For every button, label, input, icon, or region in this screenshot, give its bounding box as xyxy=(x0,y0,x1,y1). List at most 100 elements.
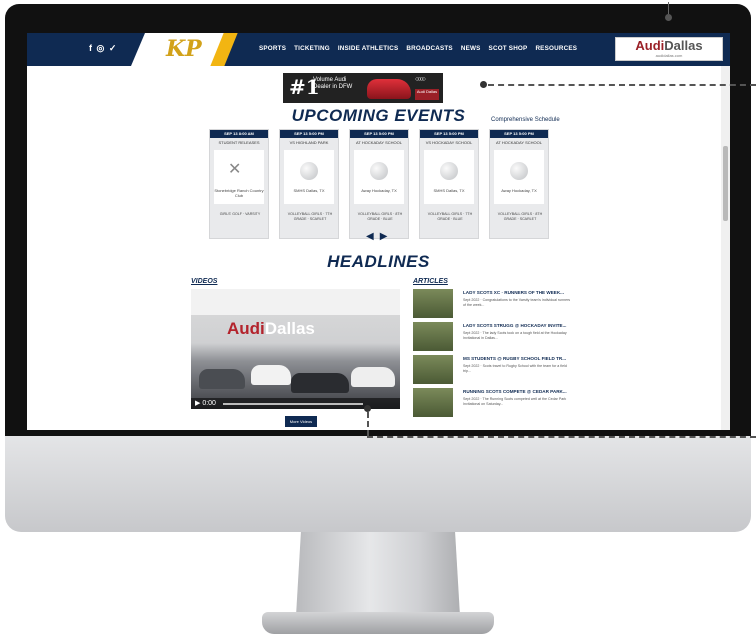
volleyball-icon xyxy=(510,162,528,180)
event-opponent: VS HOCKADAY SCHOOL xyxy=(425,140,473,145)
headlines-title: HEADLINES xyxy=(327,252,430,271)
news-summary: Sept 2022 · The Running Scots competed w… xyxy=(463,397,567,406)
chevron-right-icon[interactable]: ▶ xyxy=(380,231,394,242)
ad-car-image xyxy=(367,79,411,99)
volleyball-icon xyxy=(300,162,318,180)
video-brand-b: Dallas xyxy=(264,319,315,338)
upcoming-events-title: UPCOMING EVENTS xyxy=(291,106,466,125)
monitor-chin xyxy=(5,436,751,532)
menu-item-sports[interactable]: SPORTS xyxy=(259,45,286,52)
event-venue: Away Hockaday, TX xyxy=(501,188,537,193)
event-card[interactable]: SEP 13 5:00 PM AT HOCKADAY SCHOOL Away H… xyxy=(349,129,409,239)
sponsor-logo[interactable]: AudiDallas audidallas.com xyxy=(615,37,723,61)
event-venue: Stonebridge Ranch Country Club xyxy=(214,188,264,198)
sponsor-name-b: Dallas xyxy=(664,38,703,53)
monitor-stand-neck xyxy=(296,532,460,616)
camera-pointer xyxy=(668,2,669,14)
scrollbar[interactable] xyxy=(721,66,730,430)
event-card[interactable]: SEP 13 5:00 PM VS HOCKADAY SCHOOL SMHS D… xyxy=(419,129,479,239)
news-headline: LADY SCOTS XC · RUNNERS OF THE WEEK... xyxy=(463,290,564,295)
monitor-stand-foot xyxy=(262,612,494,634)
scrollbar-thumb[interactable] xyxy=(723,146,728,221)
chevron-left-icon[interactable]: ◀ xyxy=(366,231,380,242)
news-headline: MS STUDENTS @ RUGBY SCHOOL FIELD TR... xyxy=(463,356,567,361)
event-date: SEP 13 5:00 PM xyxy=(350,130,408,138)
callout-line xyxy=(367,436,756,438)
volleyball-icon xyxy=(440,162,458,180)
callout-line xyxy=(367,412,369,436)
event-card[interactable]: SEP 13 5:00 PM VS HIGHLAND PARK SMHS Dal… xyxy=(279,129,339,239)
articles-label[interactable]: ARTICLES xyxy=(413,278,448,285)
play-icon[interactable]: ▶ 0:00 xyxy=(195,399,216,407)
video-time: 0:00 xyxy=(202,400,216,407)
car-image xyxy=(251,365,291,385)
news-thumbnail xyxy=(413,388,453,417)
news-thumbnail xyxy=(413,355,453,384)
news-summary: Sept 2022 · Scots travel to Rugby School… xyxy=(463,364,567,373)
camera-icon xyxy=(665,14,672,21)
callout-dot xyxy=(480,81,487,88)
video-player[interactable]: AudiDallas ▶ 0:00 xyxy=(191,289,400,409)
event-venue: SMHS Dallas, TX xyxy=(293,188,325,193)
event-venue: SMHS Dallas, TX xyxy=(433,188,465,193)
comprehensive-schedule-link[interactable]: Comprehensive Schedule xyxy=(491,117,560,123)
event-info: VOLLEYBALL GIRLS · 7TH GRADE · SCARLET xyxy=(287,212,333,221)
event-date: SEP 13 5:00 PM xyxy=(420,130,478,138)
news-thumbnail xyxy=(413,322,453,351)
list-item[interactable]: LADY SCOTS STRUGG @ HOCKADAY INVITE... S… xyxy=(413,322,573,354)
ad-line-2: Dealer in DFW xyxy=(313,84,353,90)
news-headline: RUNNING SCOTS COMPETE @ CEDAR PARK... xyxy=(463,389,567,394)
audi-rings-icon: ○○○○ xyxy=(415,76,426,83)
event-opponent: STUDENT RELEASES xyxy=(218,140,260,145)
list-item[interactable]: LADY SCOTS XC · RUNNERS OF THE WEEK... S… xyxy=(413,289,573,321)
menu-item-ticketing[interactable]: TICKETING xyxy=(294,45,330,52)
videos-label[interactable]: VIDEOS xyxy=(191,278,217,285)
list-item[interactable]: RUNNING SCOTS COMPETE @ CEDAR PARK... Se… xyxy=(413,388,573,420)
website-screen: f ◎ ✓ KP SPORTS TICKETING INSIDE ATHLETI… xyxy=(27,33,730,430)
car-image xyxy=(199,369,245,389)
volleyball-icon xyxy=(370,162,388,180)
event-opponent: VS HIGHLAND PARK xyxy=(289,140,329,145)
events-carousel: SEP 13 8:00 AM STUDENT RELEASES ✕ Stonebr… xyxy=(209,129,549,239)
news-summary: Sept 2022 · Congratulations to the Varsi… xyxy=(463,298,571,307)
main-menu: SPORTS TICKETING INSIDE ATHLETICS BROADC… xyxy=(259,45,577,52)
site-navbar: f ◎ ✓ KP SPORTS TICKETING INSIDE ATHLETI… xyxy=(27,33,730,66)
event-date: SEP 13 5:00 PM xyxy=(490,130,548,138)
event-info: VOLLEYBALL GIRLS · 8TH GRADE · SCARLET xyxy=(497,212,543,221)
event-date: SEP 13 8:00 AM xyxy=(210,130,268,138)
menu-item-broadcasts[interactable]: BROADCASTS xyxy=(406,45,452,52)
ad-banner[interactable]: #1 Volume Audi Dealer in DFW ○○○○ Audi Da… xyxy=(283,73,443,103)
video-progress-bar[interactable] xyxy=(223,403,363,405)
menu-item-resources[interactable]: RESOURCES xyxy=(535,45,577,52)
event-opponent: AT HOCKADAY SCHOOL xyxy=(356,140,402,145)
video-brand-a: Audi xyxy=(227,319,265,338)
menu-item-news[interactable]: NEWS xyxy=(461,45,481,52)
sponsor-url: audidallas.com xyxy=(655,53,683,58)
monitor-mockup: f ◎ ✓ KP SPORTS TICKETING INSIDE ATHLETI… xyxy=(0,0,756,638)
car-image xyxy=(351,367,395,387)
sponsor-name-a: Audi xyxy=(635,38,665,53)
event-venue: Away Hockaday, TX xyxy=(361,188,397,193)
news-thumbnail xyxy=(413,289,453,318)
car-image xyxy=(291,373,349,393)
logo-mark: KP xyxy=(166,36,202,62)
list-item[interactable]: MS STUDENTS @ RUGBY SCHOOL FIELD TR... S… xyxy=(413,355,573,387)
social-icons[interactable]: f ◎ ✓ xyxy=(89,43,117,54)
carousel-arrows: ◀▶ xyxy=(366,231,393,242)
ad-line-1: Volume Audi xyxy=(313,77,347,83)
event-card[interactable]: SEP 13 8:00 AM STUDENT RELEASES ✕ Stonebr… xyxy=(209,129,269,239)
callout-dot xyxy=(364,405,371,412)
news-headline: LADY SCOTS STRUGG @ HOCKADAY INVITE... xyxy=(463,323,567,328)
golf-clubs-icon: ✕ xyxy=(228,161,242,178)
event-info: VOLLEYBALL GIRLS · 8TH GRADE · BLUE xyxy=(357,212,403,221)
event-info: GIRLS' GOLF · VARSITY xyxy=(219,212,261,216)
menu-item-scot-shop[interactable]: SCOT SHOP xyxy=(489,45,528,52)
menu-item-inside-athletics[interactable]: INSIDE ATHLETICS xyxy=(338,45,399,52)
news-summary: Sept 2022 · The lady Scots took on a tou… xyxy=(463,331,567,340)
event-date: SEP 13 5:00 PM xyxy=(280,130,338,138)
more-videos-button[interactable]: More Videos xyxy=(285,416,317,427)
event-card[interactable]: SEP 13 5:00 PM AT HOCKADAY SCHOOL Away H… xyxy=(489,129,549,239)
showroom-ceiling xyxy=(191,289,400,315)
callout-line xyxy=(488,84,756,86)
ad-brand: Audi Dallas xyxy=(415,89,439,100)
